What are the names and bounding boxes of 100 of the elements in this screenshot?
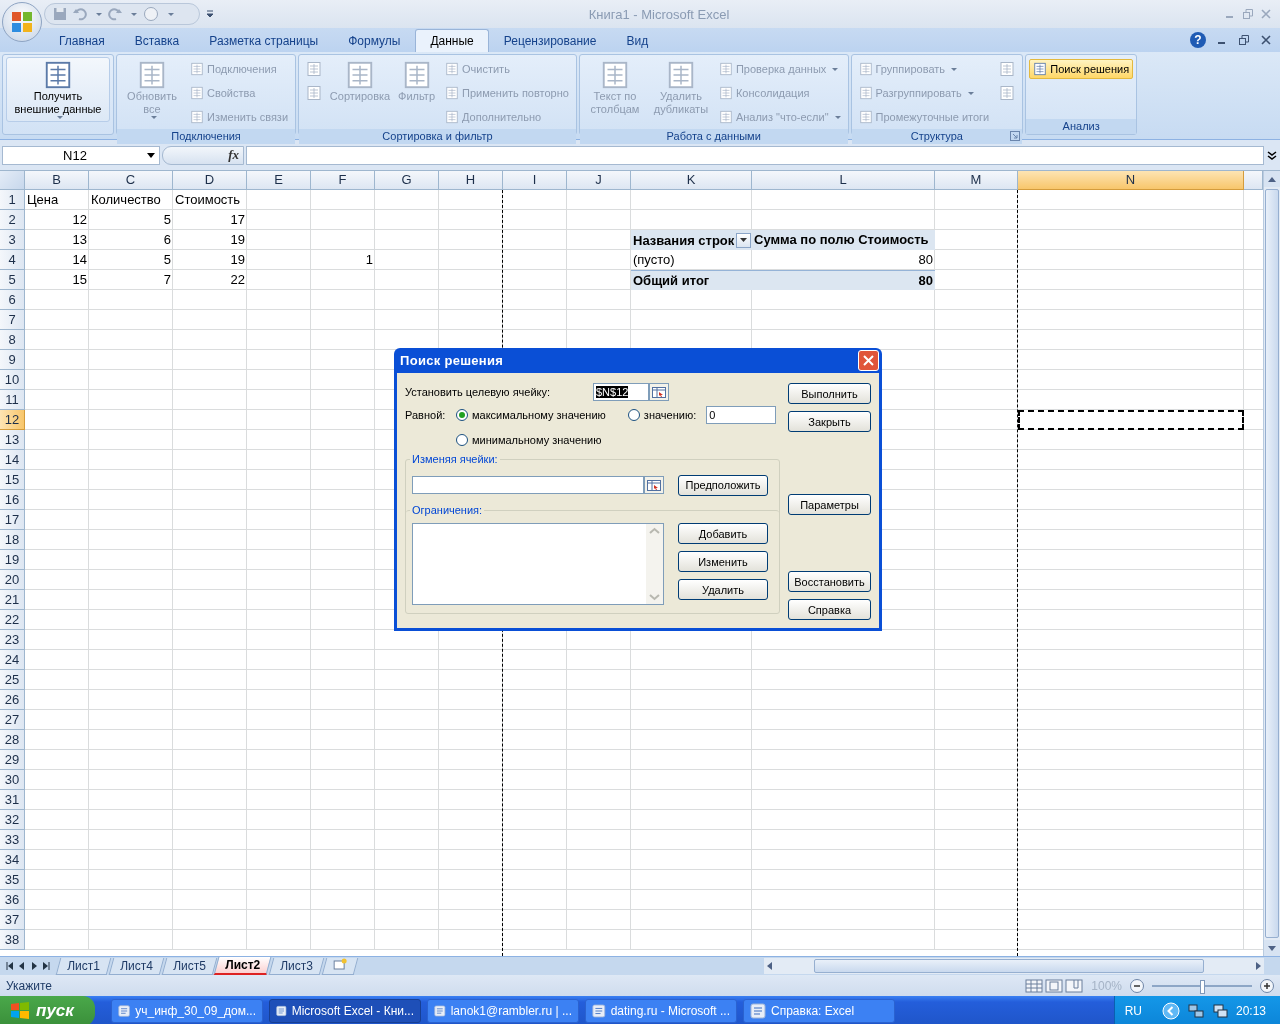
normal-view-icon[interactable] [1025, 978, 1044, 993]
ribbon-tab[interactable]: Разметка страницы [194, 29, 334, 52]
row-header[interactable]: 11 [0, 390, 25, 410]
row-header[interactable]: 30 [0, 770, 25, 790]
cell-reference-button[interactable] [644, 476, 664, 494]
ribbon-button[interactable]: Поиск решения [1029, 59, 1134, 79]
restore-icon[interactable] [1238, 34, 1250, 46]
target-cell-field[interactable]: $N$12 [593, 383, 649, 401]
row-header[interactable]: 28 [0, 730, 25, 750]
column-header[interactable]: B [25, 171, 89, 190]
dialog-button[interactable]: Выполнить [788, 383, 871, 404]
ribbon-tab[interactable]: Вставка [119, 29, 195, 52]
dialog-button[interactable]: Восстановить [788, 571, 871, 592]
row-header[interactable]: 1 [0, 190, 25, 210]
column-header[interactable]: G [375, 171, 439, 190]
column-header[interactable]: K [631, 171, 752, 190]
save-icon[interactable] [53, 7, 67, 21]
caret-icon[interactable] [168, 12, 174, 16]
row-header[interactable]: 38 [0, 930, 25, 950]
column-header[interactable]: J [567, 171, 631, 190]
row-header[interactable]: 13 [0, 430, 25, 450]
page-break-view-icon[interactable] [1065, 978, 1084, 993]
dialog-button[interactable]: Справка [788, 599, 871, 620]
chevron-icon[interactable] [1161, 1002, 1180, 1020]
constraint-button[interactable]: Добавить [678, 523, 768, 544]
network-icon[interactable] [1187, 1003, 1204, 1019]
column-header[interactable]: I [503, 171, 567, 190]
next-sheet-icon[interactable] [30, 962, 38, 970]
scroll-down-icon[interactable] [1268, 945, 1276, 951]
caret-icon[interactable] [131, 12, 137, 16]
row-header[interactable]: 23 [0, 630, 25, 650]
name-box[interactable]: N12 [2, 145, 160, 165]
row-header[interactable]: 8 [0, 330, 25, 350]
help-button[interactable]: ? [1190, 32, 1206, 48]
insert-sheet-button[interactable] [321, 957, 359, 975]
caret-icon[interactable] [96, 12, 102, 16]
row-header[interactable]: 18 [0, 530, 25, 550]
row-header[interactable]: 9 [0, 350, 25, 370]
row-header[interactable]: 20 [0, 570, 25, 590]
row-header[interactable]: 16 [0, 490, 25, 510]
close-button[interactable] [858, 350, 879, 371]
insert-function-button[interactable]: fx [228, 147, 239, 163]
radio-button[interactable] [627, 409, 640, 421]
column-header[interactable]: L [752, 171, 935, 190]
ribbon-tab[interactable]: Данные [415, 29, 489, 52]
select-all-button[interactable] [0, 171, 25, 190]
row-header[interactable]: 5 [0, 270, 25, 290]
zoom-in-button[interactable] [1260, 978, 1274, 993]
radio-button[interactable] [456, 434, 468, 446]
row-header[interactable]: 14 [0, 450, 25, 470]
dropdown-icon[interactable] [147, 152, 155, 158]
dialog-button[interactable]: Параметры [788, 494, 871, 515]
constraint-button[interactable]: Изменить [678, 551, 768, 572]
column-header[interactable]: E [247, 171, 311, 190]
column-header[interactable]: F [311, 171, 375, 190]
sheet-tab[interactable]: Лист1 [55, 957, 112, 975]
circle-icon[interactable] [143, 6, 159, 22]
row-header[interactable]: 37 [0, 910, 25, 930]
dialog-button[interactable]: Закрыть [788, 411, 871, 432]
row-header[interactable]: 29 [0, 750, 25, 770]
row-header[interactable]: 27 [0, 710, 25, 730]
filter-dropdown-button[interactable] [736, 232, 751, 248]
radio-button[interactable] [456, 409, 468, 421]
column-header[interactable]: M [935, 171, 1018, 190]
row-header[interactable]: 31 [0, 790, 25, 810]
zoom-out-button[interactable] [1130, 978, 1144, 993]
row-header[interactable]: 26 [0, 690, 25, 710]
row-header[interactable]: 7 [0, 310, 25, 330]
dialog-launcher-icon[interactable] [1010, 131, 1021, 141]
constraint-button[interactable]: Удалить [678, 579, 768, 600]
row-header[interactable]: 19 [0, 550, 25, 570]
ribbon-tab[interactable]: Формулы [333, 29, 416, 52]
selected-cell[interactable] [1018, 410, 1244, 430]
last-sheet-icon[interactable] [42, 962, 50, 970]
row-header[interactable]: 3 [0, 230, 25, 250]
ribbon-button[interactable]: Получить внешние данные [6, 57, 110, 122]
taskbar-button[interactable]: Справка: Excel [743, 999, 895, 1023]
sheet-tab[interactable]: Лист3 [269, 957, 325, 975]
close-icon[interactable] [1260, 34, 1272, 46]
taskbar-button[interactable]: Microsoft Excel - Кни... [269, 999, 421, 1023]
ribbon-tab[interactable]: Рецензирование [488, 29, 612, 52]
row-header[interactable]: 2 [0, 210, 25, 230]
ribbon-tab[interactable]: Главная [44, 29, 120, 52]
vertical-scrollbar[interactable] [1263, 171, 1280, 956]
row-header[interactable]: 33 [0, 830, 25, 850]
zoom-slider-thumb[interactable] [1200, 979, 1205, 994]
row-header[interactable]: 15 [0, 470, 25, 490]
previous-sheet-icon[interactable] [18, 962, 26, 970]
radio-option[interactable]: максимальному значению [456, 409, 606, 421]
column-header[interactable]: H [439, 171, 503, 190]
sheet-tab[interactable]: Лист4 [108, 957, 164, 975]
taskbar-button[interactable]: dating.ru - Microsoft ... [585, 999, 737, 1023]
row-header[interactable]: 22 [0, 610, 25, 630]
column-header[interactable]: N [1018, 171, 1244, 190]
ribbon-tab[interactable]: Вид [611, 29, 664, 52]
row-header[interactable]: 6 [0, 290, 25, 310]
row-header[interactable]: 35 [0, 870, 25, 890]
row-header[interactable]: 24 [0, 650, 25, 670]
redo-icon[interactable] [108, 7, 122, 21]
cell-reference-button[interactable] [649, 383, 669, 401]
